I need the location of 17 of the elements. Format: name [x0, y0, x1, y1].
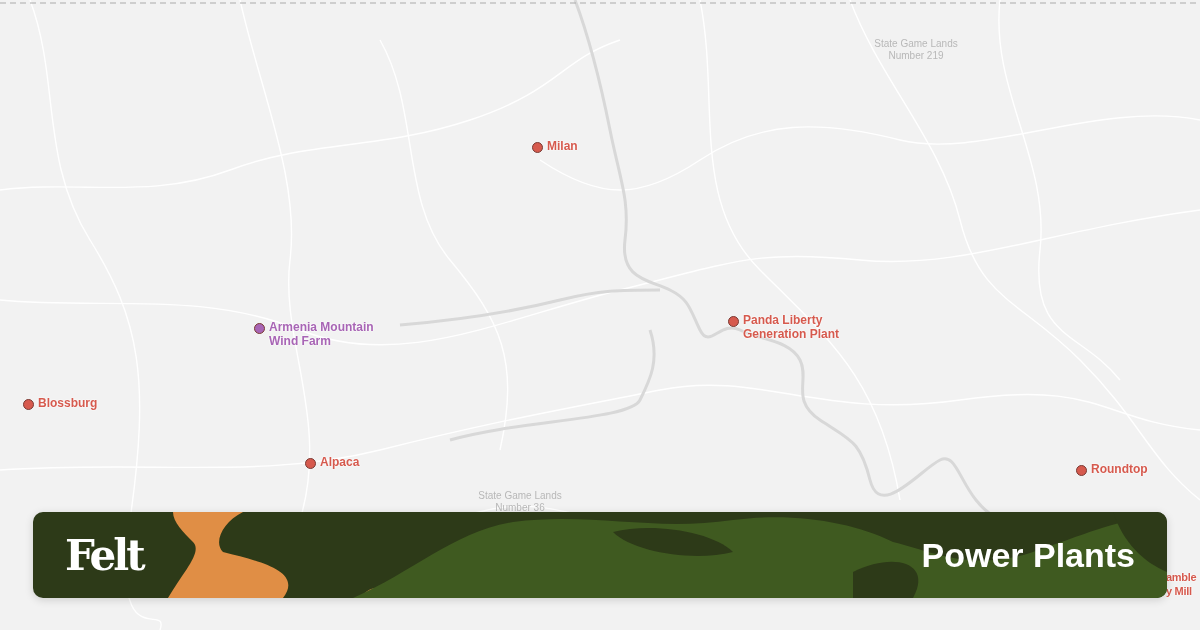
map-pin[interactable] — [532, 142, 543, 153]
banner-title: Power Plants — [921, 535, 1135, 575]
map-pin[interactable] — [728, 316, 739, 327]
place-label: Milan — [547, 139, 578, 153]
area-label: State Game Lands Number 219 — [874, 38, 958, 62]
place-label: Panda Liberty Generation Plant — [743, 313, 840, 341]
place-label: Alpaca — [320, 455, 360, 469]
map-pin[interactable] — [23, 399, 34, 410]
map-pin[interactable] — [254, 323, 265, 334]
place-label: Roundtop — [1091, 462, 1148, 476]
map-pin[interactable] — [305, 458, 316, 469]
area-label: State Game Lands Number 36 — [478, 490, 562, 514]
place-label: amble y Mill — [1166, 570, 1197, 598]
place-label: Armenia Mountain Wind Farm — [269, 320, 374, 348]
logo: Felt — [65, 530, 143, 580]
map-pin[interactable] — [1076, 465, 1087, 476]
place-label: Blossburg — [38, 396, 98, 410]
